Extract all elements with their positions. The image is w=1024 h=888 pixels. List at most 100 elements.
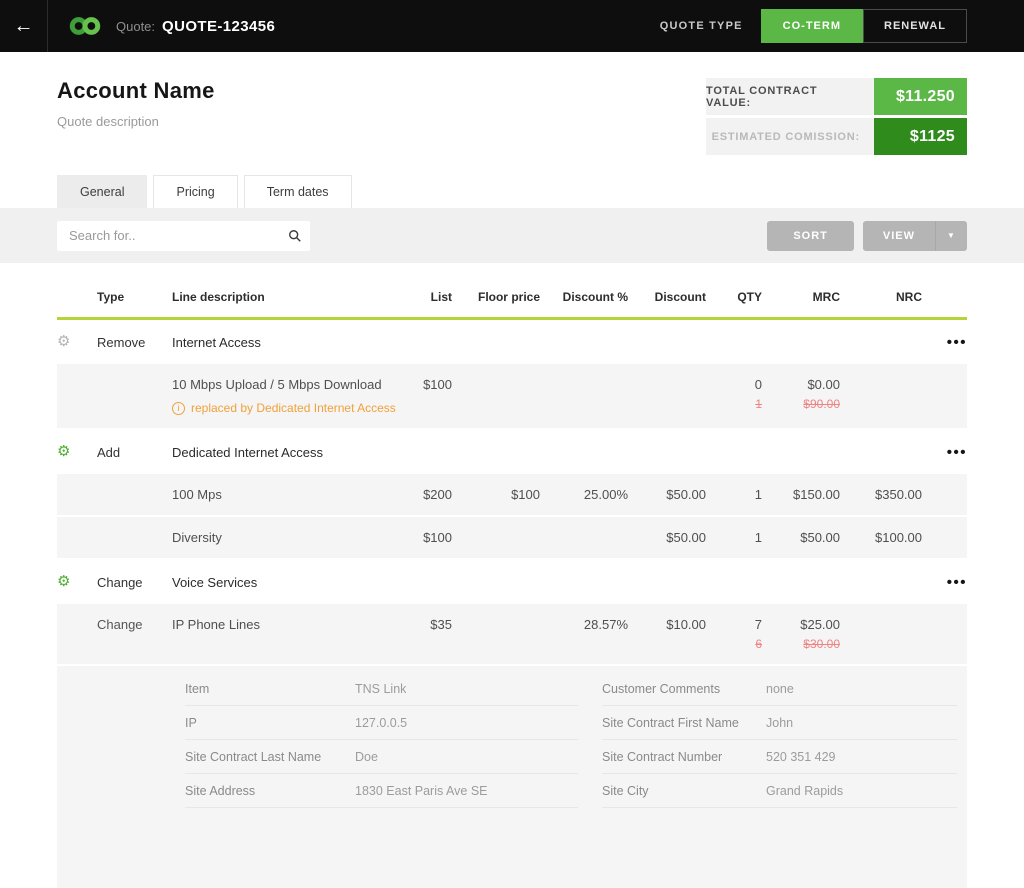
col-discount-pct: Discount % bbox=[540, 290, 628, 304]
detail-row: IP127.0.0.5 bbox=[185, 706, 578, 740]
account-block: Account Name Quote description bbox=[57, 76, 215, 155]
item-description: IP Phone Lines bbox=[172, 617, 362, 632]
search-icon[interactable] bbox=[280, 229, 310, 243]
toolbar-actions: SORT VIEW ▼ bbox=[767, 221, 967, 251]
renewal-button[interactable]: RENEWAL bbox=[863, 9, 967, 43]
col-list: List bbox=[362, 290, 452, 304]
detail-label: IP bbox=[185, 716, 355, 730]
item-description: 10 Mbps Upload / 5 Mbps Download bbox=[172, 377, 362, 392]
detail-value: 127.0.0.5 bbox=[355, 716, 407, 730]
table-body: ⚙RemoveInternet Access•••10 Mbps Upload … bbox=[57, 320, 967, 664]
total-contract-value-label: TOTAL CONTRACT VALUE: bbox=[706, 78, 874, 115]
back-button[interactable]: ← bbox=[0, 0, 48, 52]
tab-pricing[interactable]: Pricing bbox=[153, 175, 237, 208]
tab-bar: General Pricing Term dates bbox=[57, 175, 967, 208]
page-header: Account Name Quote description TOTAL CON… bbox=[0, 52, 1024, 155]
quote-label: Quote: bbox=[116, 19, 155, 34]
tab-general[interactable]: General bbox=[57, 175, 147, 208]
cell-discount: $50.00 bbox=[628, 487, 706, 502]
detail-label: Site Contract Number bbox=[602, 750, 766, 764]
group-name: Voice Services bbox=[172, 575, 362, 590]
detail-value: none bbox=[766, 682, 794, 696]
chevron-down-icon[interactable]: ▼ bbox=[935, 221, 967, 251]
gear-icon[interactable]: ⚙ bbox=[57, 443, 70, 460]
cell-mrc: $0.00$90.00 bbox=[762, 377, 840, 411]
detail-value: TNS Link bbox=[355, 682, 406, 696]
cell-floor: $100 bbox=[452, 487, 540, 502]
detail-value: Grand Rapids bbox=[766, 784, 843, 798]
item-description: 100 Mps bbox=[172, 487, 362, 502]
col-qty: QTY bbox=[706, 290, 762, 304]
tab-term-dates[interactable]: Term dates bbox=[244, 175, 352, 208]
row-menu-icon[interactable]: ••• bbox=[922, 575, 967, 590]
row-menu-icon[interactable]: ••• bbox=[922, 335, 967, 350]
col-mrc: MRC bbox=[762, 290, 840, 304]
total-contract-value: TOTAL CONTRACT VALUE: $11.250 bbox=[706, 78, 967, 115]
group-action-label: Add bbox=[97, 445, 172, 460]
cell-discount_pct: 25.00% bbox=[540, 487, 628, 502]
cell-qty: 01 bbox=[706, 377, 762, 411]
header-gear-spacer bbox=[57, 290, 97, 304]
value-discount: $50.00 bbox=[666, 530, 706, 545]
value-list: $100 bbox=[423, 530, 452, 545]
detail-row: Site CityGrand Rapids bbox=[602, 774, 957, 808]
estimated-commission-amount: $1125 bbox=[874, 118, 967, 155]
detail-row: Site Contract Number520 351 429 bbox=[602, 740, 957, 774]
value-qty: 0 bbox=[755, 377, 762, 392]
gear-cell: ⚙ bbox=[57, 573, 97, 591]
view-button[interactable]: VIEW ▼ bbox=[863, 221, 967, 251]
value-qty: 7 bbox=[755, 617, 762, 632]
detail-label: Site Contract First Name bbox=[602, 716, 766, 730]
infinity-logo-icon bbox=[68, 15, 102, 37]
value-discount_pct: 25.00% bbox=[584, 487, 628, 502]
detail-value: 1830 East Paris Ave SE bbox=[355, 784, 488, 798]
detail-row: Customer Commentsnone bbox=[602, 672, 957, 706]
search-input[interactable] bbox=[57, 228, 280, 243]
cell-mrc: $50.00 bbox=[762, 530, 840, 545]
cell-qty: 1 bbox=[706, 530, 762, 545]
gear-icon[interactable]: ⚙ bbox=[57, 573, 70, 590]
cell-nrc: $100.00 bbox=[840, 530, 922, 545]
line-details-panel: ItemTNS LinkIP127.0.0.5Site Contract Las… bbox=[57, 666, 967, 888]
cell-list: $100 bbox=[362, 377, 452, 392]
line-group-row: ⚙ChangeVoice Services••• bbox=[57, 560, 967, 604]
gear-icon[interactable]: ⚙ bbox=[57, 333, 70, 350]
item-type-label: Change bbox=[97, 617, 172, 632]
item-description-cell: Diversity bbox=[172, 530, 362, 545]
view-button-label: VIEW bbox=[863, 230, 935, 242]
value-list: $100 bbox=[423, 377, 452, 392]
detail-row: Site Contract First NameJohn bbox=[602, 706, 957, 740]
quote-description: Quote description bbox=[57, 114, 215, 129]
old-value-qty: 6 bbox=[706, 637, 762, 651]
row-menu-icon[interactable]: ••• bbox=[922, 445, 967, 460]
value-mrc: $50.00 bbox=[800, 530, 840, 545]
group-name: Internet Access bbox=[172, 335, 362, 350]
co-term-button[interactable]: CO-TERM bbox=[761, 9, 863, 43]
old-value-qty: 1 bbox=[706, 397, 762, 411]
detail-label: Customer Comments bbox=[602, 682, 766, 696]
top-bar: ← Quote: QUOTE-123456 QUOTE TYPE CO-TERM… bbox=[0, 0, 1024, 52]
brand: Quote: QUOTE-123456 bbox=[68, 15, 275, 37]
line-group-row: ⚙RemoveInternet Access••• bbox=[57, 320, 967, 364]
value-list: $200 bbox=[423, 487, 452, 502]
value-floor: $100 bbox=[511, 487, 540, 502]
value-mrc: $25.00 bbox=[800, 617, 840, 632]
detail-row: Site Address1830 East Paris Ave SE bbox=[185, 774, 578, 808]
cell-mrc: $150.00 bbox=[762, 487, 840, 502]
detail-value: John bbox=[766, 716, 793, 730]
col-floor-price: Floor price bbox=[452, 290, 540, 304]
value-discount: $10.00 bbox=[666, 617, 706, 632]
cell-discount_pct: 28.57% bbox=[540, 617, 628, 632]
sort-button[interactable]: SORT bbox=[767, 221, 854, 251]
cell-list: $35 bbox=[362, 617, 452, 632]
detail-label: Site Address bbox=[185, 784, 355, 798]
line-group-row: ⚙AddDedicated Internet Access••• bbox=[57, 430, 967, 474]
cell-list: $200 bbox=[362, 487, 452, 502]
item-warning-note: ireplaced by Dedicated Internet Access bbox=[172, 401, 362, 415]
quote-type-label: QUOTE TYPE bbox=[660, 20, 743, 32]
value-qty: 1 bbox=[755, 530, 762, 545]
total-contract-value-amount: $11.250 bbox=[874, 78, 967, 115]
header-menu-spacer bbox=[922, 290, 967, 304]
cell-discount: $10.00 bbox=[628, 617, 706, 632]
toolbar: SORT VIEW ▼ bbox=[0, 208, 1024, 263]
